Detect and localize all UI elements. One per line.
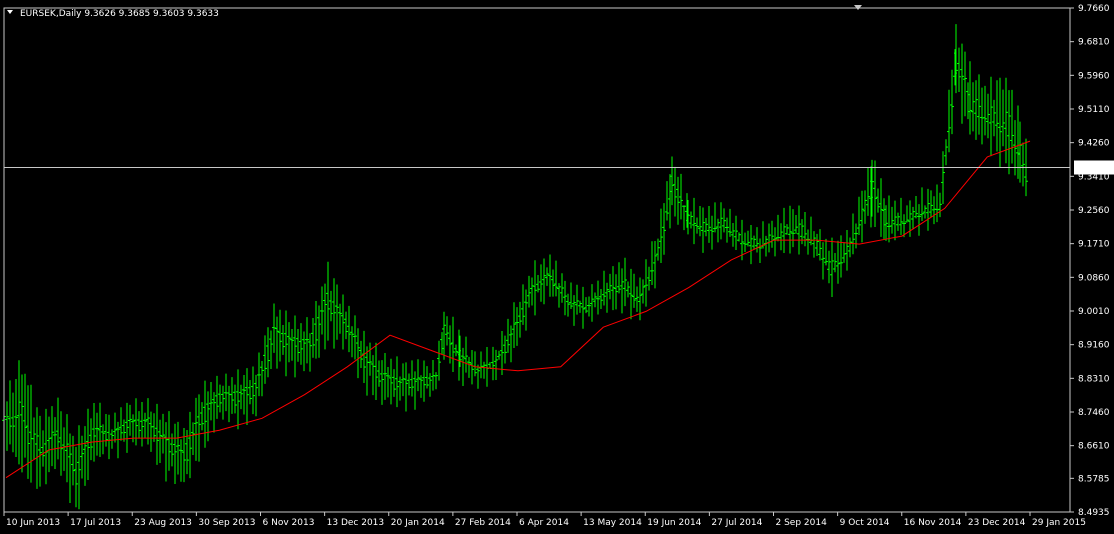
x-tick-label: 16 Nov 2014	[904, 518, 962, 528]
x-tick-label: 19 Jun 2014	[647, 518, 701, 528]
x-tick-label: 10 Jun 2013	[6, 518, 60, 528]
price-chart[interactable]: 9.76609.68109.59609.51109.42609.34109.25…	[0, 0, 1114, 530]
y-tick-label: 9.7660	[1078, 4, 1110, 14]
y-tick-label: 8.4935	[1078, 508, 1110, 518]
x-tick-label: 27 Feb 2014	[455, 518, 511, 528]
current-price-label: 9.3633	[1078, 163, 1110, 173]
y-tick-label: 9.1710	[1078, 240, 1110, 250]
x-tick-label: 27 Jul 2014	[711, 518, 762, 528]
dropdown-triangle-icon[interactable]	[7, 10, 13, 14]
y-tick-label: 8.5785	[1078, 474, 1110, 484]
y-tick-label: 9.5110	[1078, 105, 1110, 115]
x-tick-label: 30 Sep 2013	[198, 518, 255, 528]
y-tick-label: 8.7460	[1078, 408, 1110, 418]
y-tick-label: 8.6610	[1078, 442, 1110, 452]
x-tick-label: 13 May 2014	[583, 518, 642, 528]
x-tick-label: 2 Sep 2014	[776, 518, 828, 528]
x-tick-label: 23 Dec 2014	[968, 518, 1026, 528]
y-tick-label: 9.0860	[1078, 273, 1110, 283]
x-tick-label: 6 Nov 2013	[263, 518, 315, 528]
x-tick-label: 29 Jan 2015	[1032, 518, 1086, 528]
chart-header: EURSEK,Daily 9.3626 9.3685 9.3603 9.3633	[20, 9, 219, 19]
y-tick-label: 9.2560	[1078, 206, 1110, 216]
y-tick-label: 8.8310	[1078, 374, 1110, 384]
ohlc-bars-layer	[2, 24, 1028, 510]
y-tick-label: 9.0010	[1078, 307, 1110, 317]
x-tick-label: 20 Jan 2014	[391, 518, 445, 528]
x-tick-label: 13 Dec 2013	[327, 518, 385, 528]
x-tick-label: 9 Oct 2014	[840, 518, 890, 528]
y-tick-label: 9.6810	[1078, 38, 1110, 48]
y-tick-label: 9.4260	[1078, 139, 1110, 149]
x-tick-label: 6 Apr 2014	[519, 518, 569, 528]
x-tick-label: 17 Jul 2013	[70, 518, 121, 528]
overlay-layer: 9.76609.68109.59609.51109.42609.34109.25…	[3, 4, 1114, 528]
chart-frame	[3, 7, 1071, 513]
y-tick-label: 9.5960	[1078, 71, 1110, 81]
x-tick-label: 23 Aug 2013	[134, 518, 192, 528]
chart-window: 9.7660 9.6810 9.5960 9.5110 9.4260 9.3410 9.25…	[0, 0, 1114, 530]
y-tick-label: 8.9160	[1078, 341, 1110, 351]
